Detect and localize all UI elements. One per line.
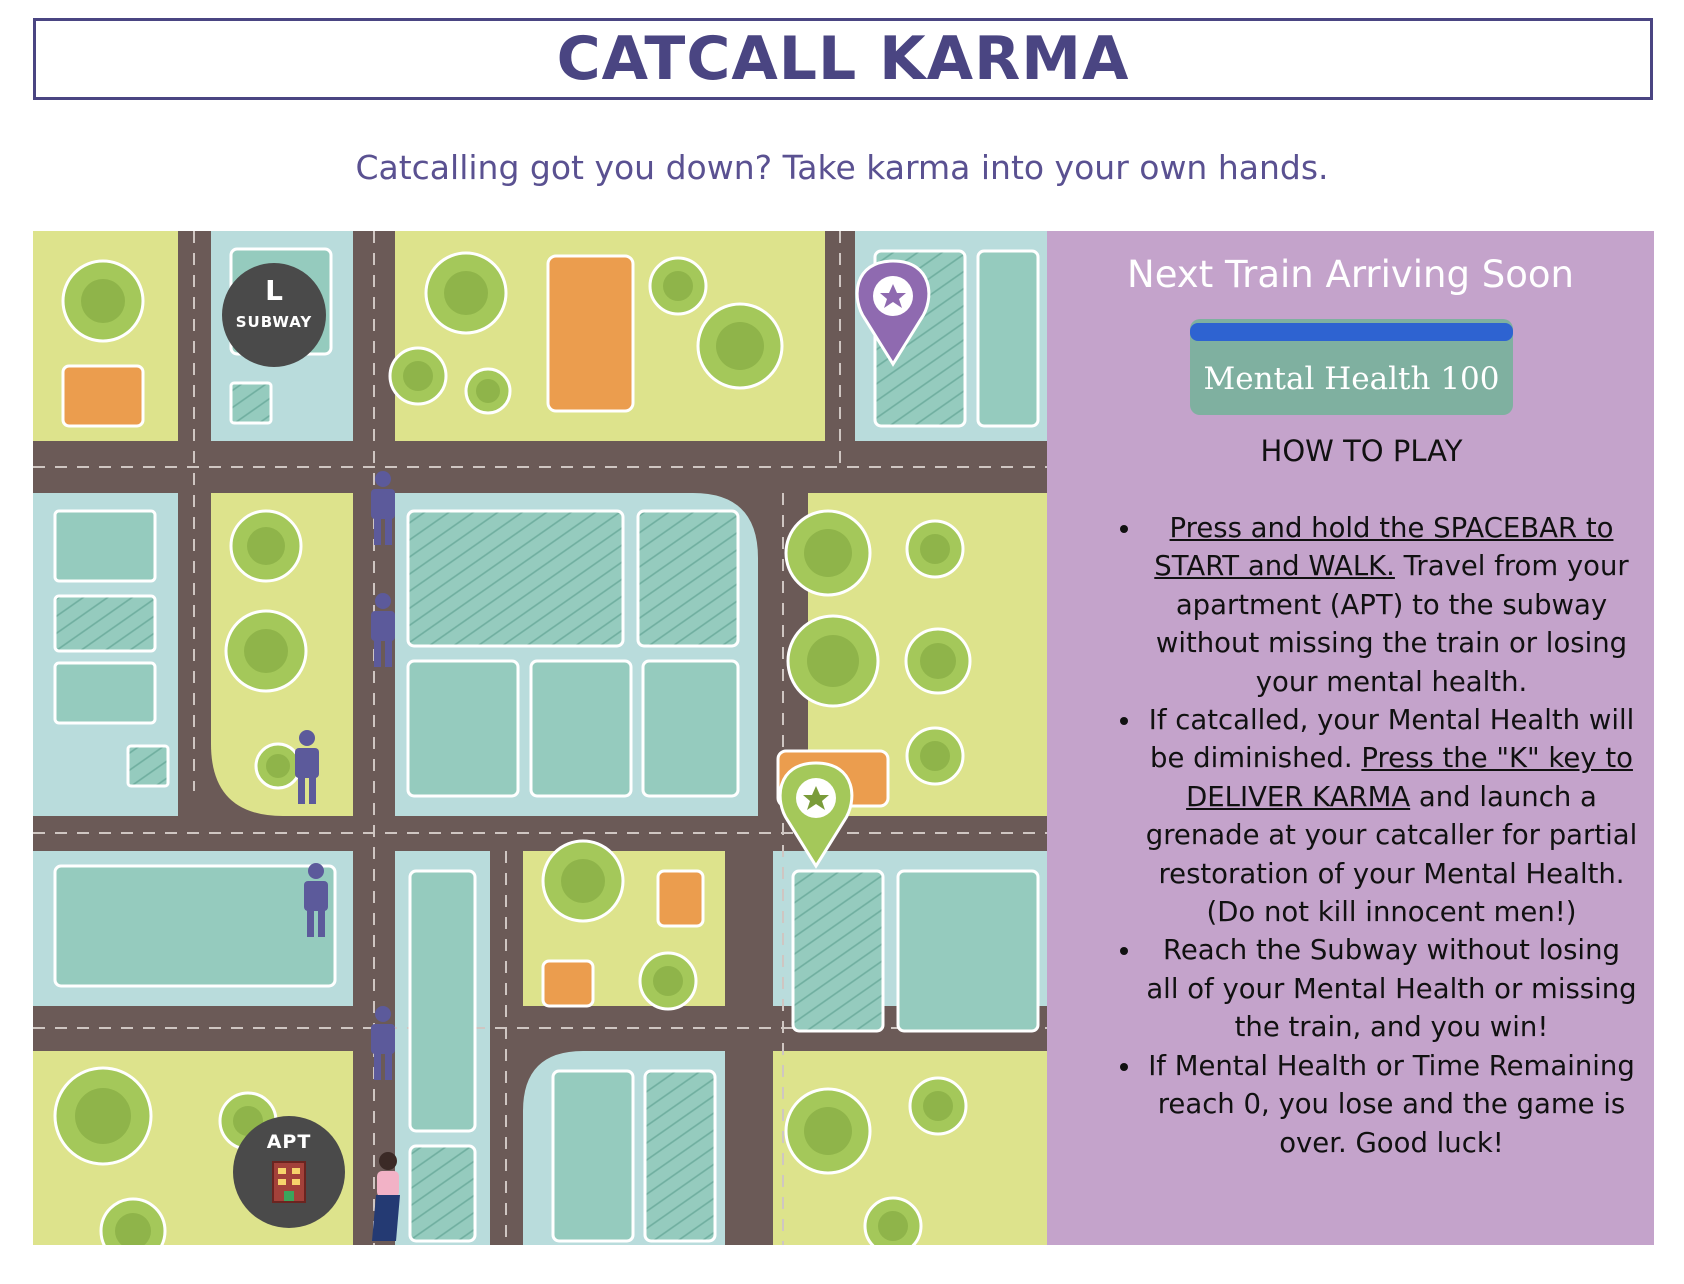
info-panel: Next Train Arriving Soon Mental Health 1… [1047, 231, 1654, 1245]
rule-text: If Mental Health or Time Remaining reach… [1148, 1049, 1635, 1159]
game-map[interactable]: L SUBWAY APT [33, 231, 1047, 1245]
rule-text: Reach the Subway without losing all of y… [1146, 934, 1637, 1044]
mental-health-label: Mental Health 100 [1203, 361, 1500, 397]
rule-item: If Mental Health or Time Remaining reach… [1143, 1047, 1640, 1162]
health-bar-track [1190, 323, 1513, 341]
subway-label: SUBWAY [235, 313, 313, 331]
train-timer-label: Next Train Arriving Soon [1127, 253, 1574, 296]
subway-line-letter: L [265, 274, 283, 307]
rule-item: Reach the Subway without losing all of y… [1143, 931, 1640, 1046]
health-bar-fill [1190, 323, 1513, 341]
subway-badge[interactable]: L SUBWAY [222, 263, 326, 367]
apt-label: APT [266, 1131, 312, 1153]
rule-item: Press and hold the SPACEBAR to START and… [1143, 509, 1640, 701]
rule-item: If catcalled, your Mental Health will be… [1143, 701, 1640, 931]
how-to-play-heading: HOW TO PLAY [1260, 434, 1463, 468]
city-map-canvas [33, 231, 1047, 1245]
game-title: CATCALL KARMA [556, 24, 1130, 94]
apt-badge[interactable]: APT [233, 1116, 345, 1228]
mental-health-meter: Mental Health 100 [1190, 319, 1513, 415]
rules-list: Press and hold the SPACEBAR to START and… [1095, 509, 1640, 1162]
title-banner: CATCALL KARMA [33, 18, 1653, 100]
tagline: Catcalling got you down? Take karma into… [355, 148, 1329, 187]
apartment-building-icon [272, 1161, 306, 1203]
